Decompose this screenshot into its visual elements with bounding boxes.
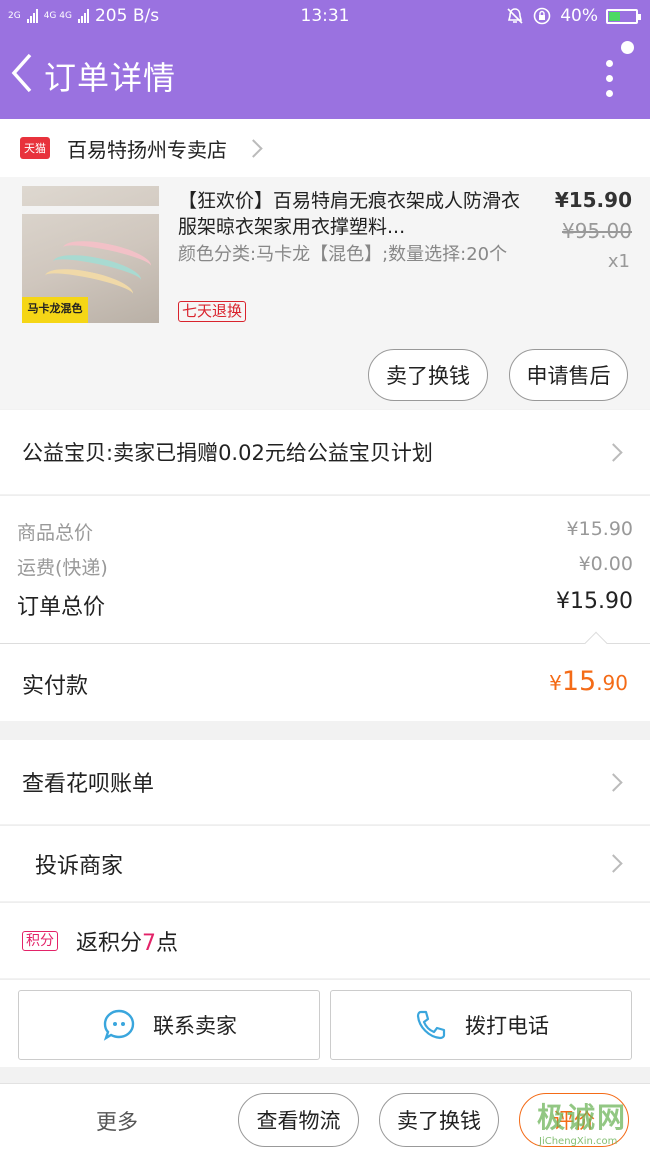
paid-label: 实付款 — [22, 674, 89, 699]
points-number: 7 — [142, 930, 157, 956]
battery-percent: 40% — [560, 6, 598, 26]
goods-total-label: 商品总价 — [17, 522, 94, 544]
more-dot-icon — [605, 75, 613, 82]
paid-amount: ¥15.90 — [549, 666, 628, 697]
product-quantity: x1 — [607, 251, 630, 272]
contact-section: 联系卖家 拨打电话 — [0, 979, 650, 1067]
sell-bottom-button[interactable]: 卖了换钱 — [379, 1093, 499, 1147]
battery-icon — [606, 8, 641, 24]
return-badge: 七天退换 — [178, 301, 247, 322]
product-card[interactable]: 马卡龙混色 【狂欢价】百易特肩无痕衣架成人防滑衣服架晾衣架家用衣撑塑料... 颜… — [0, 177, 650, 409]
more-dot-icon — [605, 60, 613, 67]
rotation-lock-icon — [533, 7, 551, 25]
points-row: 积分 返积分7点 — [0, 902, 650, 978]
order-total-value: ¥15.90 — [556, 589, 633, 614]
rate-button[interactable]: 评价 — [519, 1093, 629, 1147]
points-suffix: 点 — [156, 930, 179, 956]
charity-row[interactable]: 公益宝贝:卖家已捐赠0.02元给公益宝贝计划 — [0, 410, 650, 494]
status-right: 40% — [506, 6, 641, 26]
order-total-label: 订单总价 — [17, 595, 106, 620]
page-title: 订单详情 — [44, 59, 177, 97]
status-bar: 2G 4G 4G 205 B/s 13:31 40% — [0, 0, 650, 33]
image-rail — [22, 206, 159, 214]
shipping-label: 运费(快递) — [17, 557, 108, 579]
more-dot-icon — [605, 90, 613, 97]
more-button[interactable]: 更多 — [96, 1106, 138, 1136]
charity-text: 公益宝贝:卖家已捐赠0.02元给公益宝贝计划 — [22, 441, 433, 465]
paid-currency: ¥ — [549, 671, 562, 695]
paid-int: 15 — [561, 666, 597, 697]
huabei-bill-text: 查看花呗账单 — [22, 772, 155, 797]
points-prefix: 返积分 — [76, 930, 143, 956]
back-button[interactable] — [6, 49, 46, 99]
bottom-action-bar: 更多 查看物流 卖了换钱 评价 — [0, 1083, 650, 1155]
store-row[interactable]: 天猫 百易特扬州专卖店 — [0, 119, 650, 177]
complain-row[interactable]: 投诉商家 — [0, 825, 650, 901]
chevron-right-icon — [604, 854, 623, 873]
price-summary: 商品总价 ¥15.90 运费(快递) ¥0.00 订单总价 ¥15.90 — [0, 495, 650, 643]
chevron-right-icon — [244, 138, 263, 158]
points-text: 返积分7点 — [76, 925, 178, 957]
order-total-line: 订单总价 ¥15.90 — [17, 589, 633, 621]
chevron-right-icon — [604, 772, 623, 792]
complain-text: 投诉商家 — [35, 853, 124, 879]
sell-button[interactable]: 卖了换钱 — [368, 349, 488, 401]
image-label: 马卡龙混色 — [22, 297, 88, 323]
chevron-right-icon — [604, 442, 623, 462]
chat-bubble-icon — [103, 1009, 135, 1041]
shipping-line: 运费(快递) ¥0.00 — [17, 553, 633, 580]
product-title[interactable]: 【狂欢价】百易特肩无痕衣架成人防滑衣服架晾衣架家用衣撑塑料... — [178, 188, 528, 240]
call-button[interactable]: 拨打电话 — [330, 990, 632, 1060]
huabei-bill-row[interactable]: 查看花呗账单 — [0, 740, 650, 824]
view-logistics-button[interactable]: 查看物流 — [238, 1093, 359, 1147]
mute-bell-icon — [507, 8, 523, 24]
header: 订单详情 — [0, 33, 650, 119]
battery-level — [609, 11, 621, 21]
phone-icon — [416, 1010, 446, 1040]
goods-total-line: 商品总价 ¥15.90 — [17, 518, 633, 545]
points-badge: 积分 — [22, 930, 58, 951]
notification-dot — [621, 41, 634, 54]
paid-decimal: .90 — [596, 671, 628, 695]
product-spec: 颜色分类:马卡龙【混色】;数量选择:20个 — [178, 244, 508, 265]
contact-seller-button[interactable]: 联系卖家 — [18, 990, 320, 1060]
product-image[interactable]: 马卡龙混色 — [22, 186, 159, 323]
paid-row: 实付款 ¥15.90 — [0, 631, 650, 721]
after-sale-button[interactable]: 申请售后 — [509, 349, 628, 401]
call-label: 拨打电话 — [465, 1014, 549, 1038]
shipping-value: ¥0.00 — [578, 553, 633, 575]
product-price: ¥15.90 — [554, 188, 632, 212]
back-arrow-icon — [11, 53, 32, 93]
goods-total-value: ¥15.90 — [566, 518, 633, 540]
original-price: ¥95.00 — [562, 219, 632, 243]
more-options-button[interactable] — [594, 55, 624, 105]
contact-seller-label: 联系卖家 — [153, 1014, 237, 1038]
store-name: 百易特扬州专卖店 — [67, 137, 227, 162]
tmall-icon: 天猫 — [20, 137, 50, 159]
